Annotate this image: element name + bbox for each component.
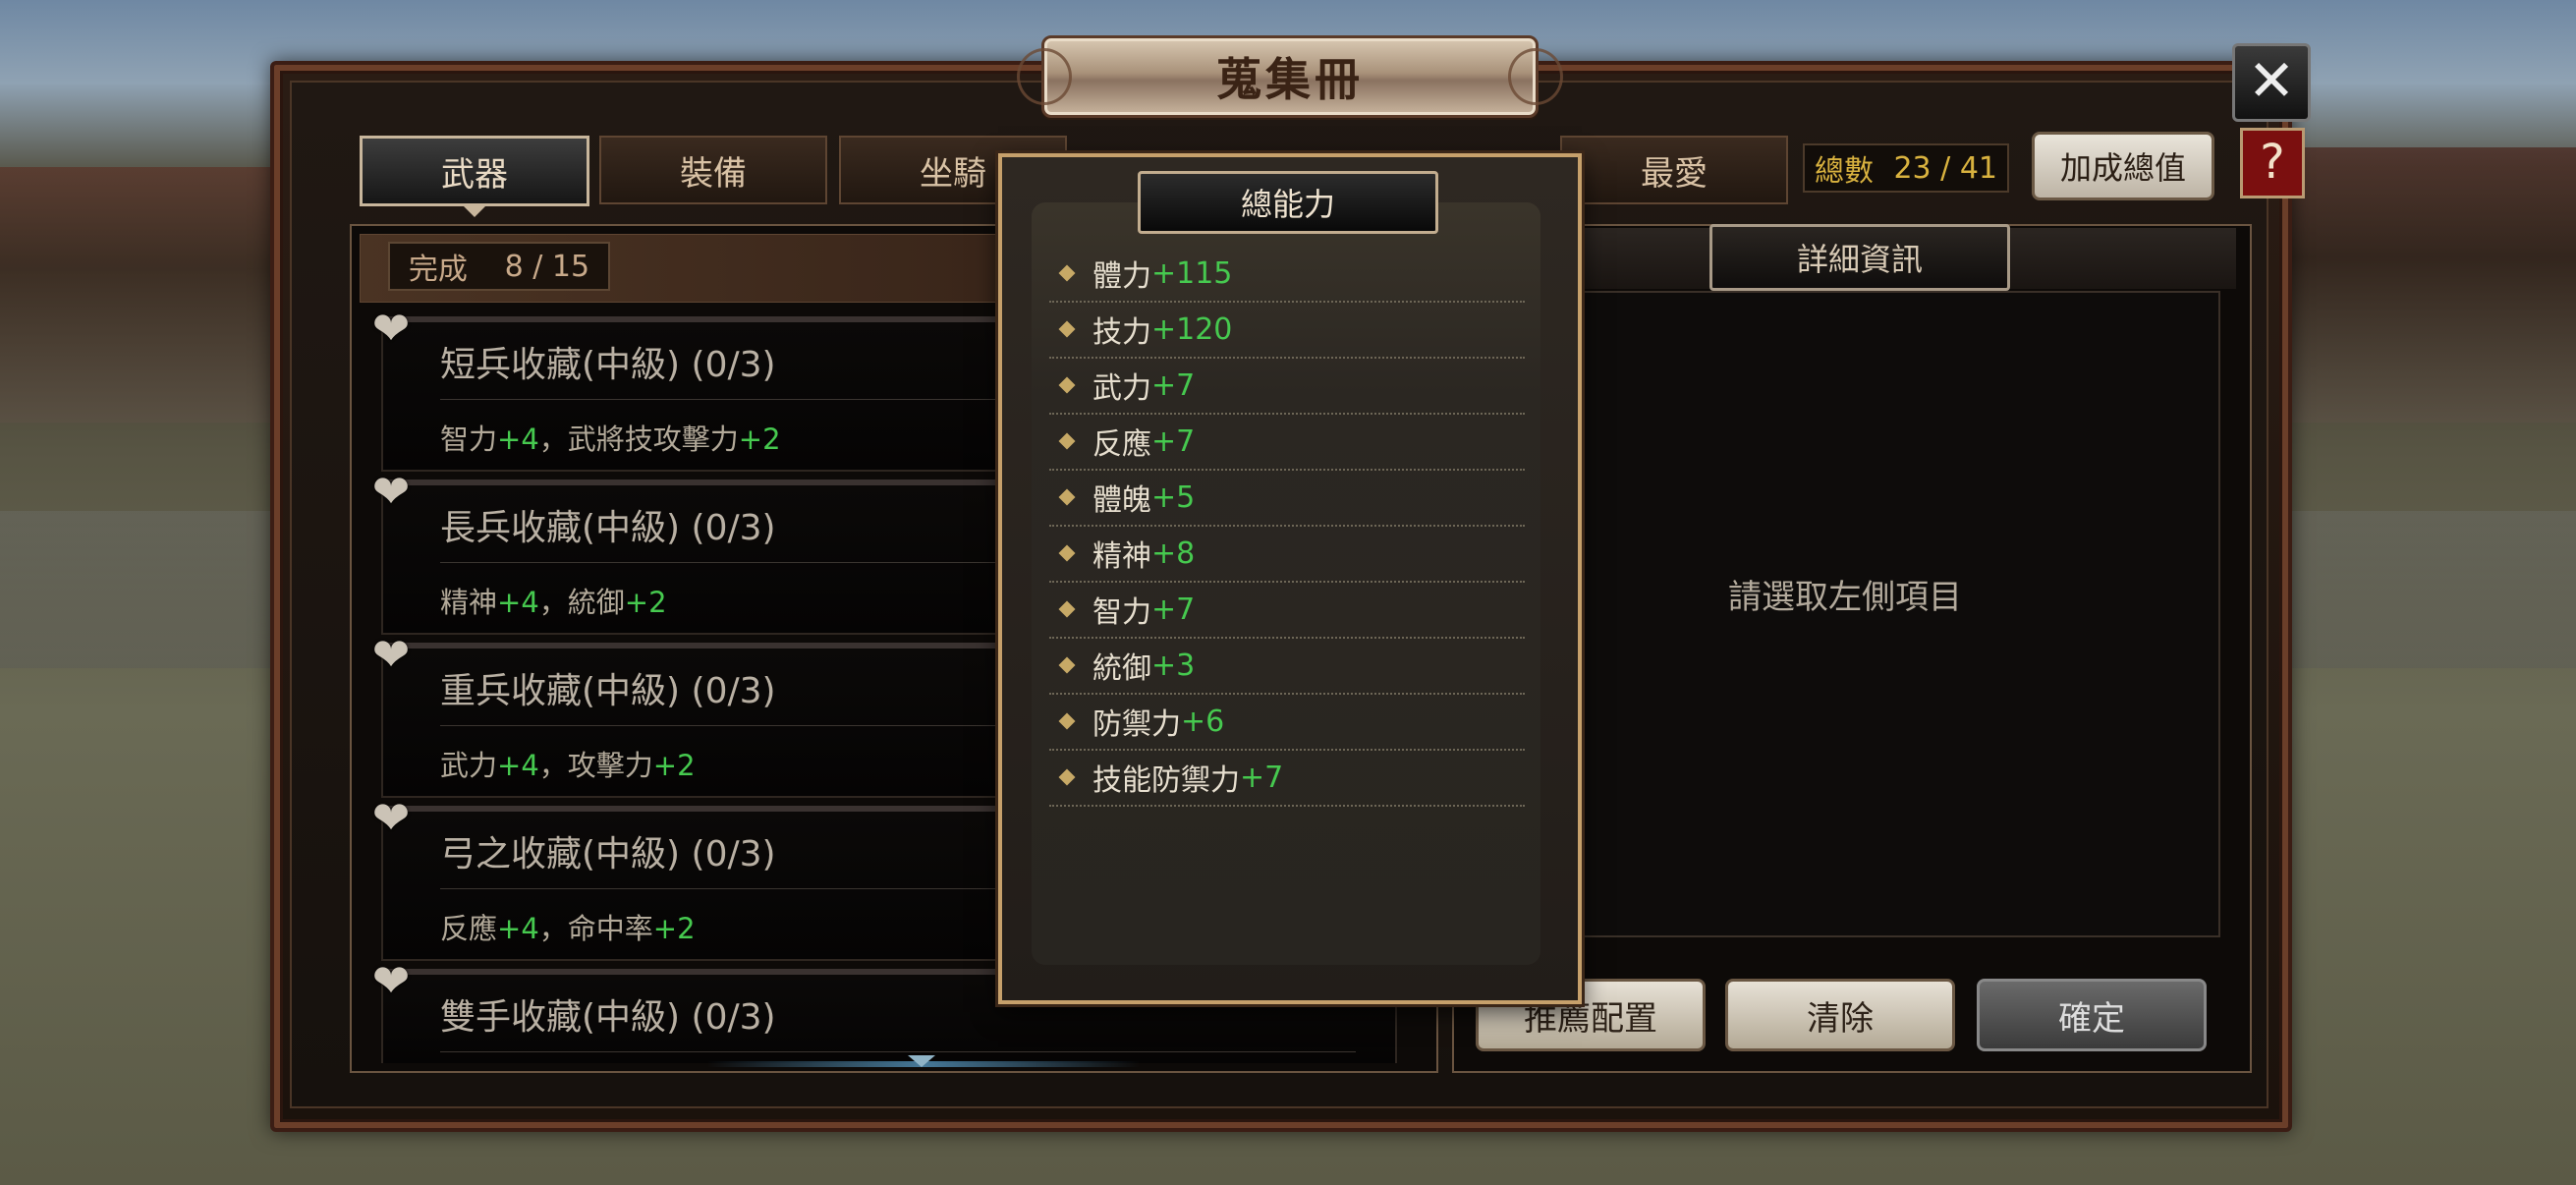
stat-row: 防禦力 +6 xyxy=(1049,694,1525,751)
item-bonus: 精神+4，統御+2 xyxy=(440,580,667,621)
total-value: 23 / 41 xyxy=(1893,150,1997,186)
stat-row: 反應 +7 xyxy=(1049,414,1525,471)
bonus-total-button[interactable]: 加成總值 xyxy=(2032,132,2214,200)
completion-counter: 完成 8 / 15 xyxy=(388,242,610,291)
close-icon: ✕ xyxy=(2247,47,2296,114)
bonus-stat: ，武將技攻擊力 xyxy=(538,423,739,456)
popup-title: 總能力 xyxy=(1138,171,1438,234)
bullet-icon xyxy=(1058,544,1076,562)
stat-name: 智力 xyxy=(1092,595,1151,630)
bonus-stat: ，攻擊力 xyxy=(538,749,653,782)
stat-name: 技能防禦力 xyxy=(1092,763,1240,798)
confirm-button[interactable]: 確定 xyxy=(1977,979,2207,1051)
total-label: 總數 xyxy=(1815,154,1874,189)
stat-name: 體魄 xyxy=(1092,483,1151,518)
item-title: 雙手收藏(中級) (0/3) xyxy=(440,997,776,1038)
bullet-icon xyxy=(1058,488,1076,506)
window-title: 蒐集冊 xyxy=(1216,53,1364,106)
scroll-down-icon[interactable] xyxy=(908,1055,935,1067)
stat-value: +3 xyxy=(1151,648,1196,683)
title-ornament-left xyxy=(1017,48,1072,105)
bonus-stat: ，命中率 xyxy=(538,912,653,945)
heart-icon[interactable]: ❤ xyxy=(367,305,415,352)
heart-icon[interactable]: ❤ xyxy=(367,957,415,1004)
detail-hint: 請選取左側項目 xyxy=(1728,578,1962,617)
item-title: 長兵收藏(中級) (0/3) xyxy=(440,508,776,548)
stat-value: +8 xyxy=(1151,536,1196,571)
help-icon: ? xyxy=(2260,135,2285,190)
stat-value: +7 xyxy=(1151,367,1196,403)
stat-value: +5 xyxy=(1151,480,1196,515)
bonus-stat: 武力 xyxy=(440,749,498,782)
stat-value: +7 xyxy=(1151,423,1196,459)
detail-title: 詳細資訊 xyxy=(1709,224,2010,291)
bonus-value: +4 xyxy=(497,586,539,619)
stat-row: 體力 +115 xyxy=(1049,246,1525,303)
bonus-stat: 反應 xyxy=(440,912,498,945)
tab-favorites[interactable]: 最愛 xyxy=(1560,136,1788,204)
bonus-value: +4 xyxy=(497,749,539,782)
total-count: 總數 23 / 41 xyxy=(1803,143,2009,193)
heart-icon[interactable]: ❤ xyxy=(367,468,415,515)
bullet-icon xyxy=(1058,712,1076,730)
item-title: 重兵收藏(中級) (0/3) xyxy=(440,671,776,711)
bonus-value: +2 xyxy=(738,423,781,456)
bonus-stat: ，統御 xyxy=(538,586,625,619)
tab-equipment[interactable]: 裝備 xyxy=(599,136,827,204)
completion-value: 8 / 15 xyxy=(504,249,590,284)
item-title: 短兵收藏(中級) (0/3) xyxy=(440,345,776,385)
bonus-value: +2 xyxy=(652,749,696,782)
bullet-icon xyxy=(1058,320,1076,338)
item-divider xyxy=(440,1051,1356,1052)
stat-row: 精神 +8 xyxy=(1049,526,1525,583)
bullet-icon xyxy=(1058,264,1076,282)
stat-name: 體力 xyxy=(1092,259,1151,294)
stat-row: 技力 +120 xyxy=(1049,302,1525,359)
stat-row: 統御 +3 xyxy=(1049,638,1525,695)
help-button[interactable]: ? xyxy=(2240,128,2305,198)
item-bonus: 智力+4，武將技攻擊力+2 xyxy=(440,417,781,458)
item-bonus: 反應+4，命中率+2 xyxy=(440,906,696,947)
bonus-value: +4 xyxy=(497,423,539,456)
stat-value: +115 xyxy=(1151,255,1233,291)
close-button[interactable]: ✕ xyxy=(2232,43,2311,122)
item-title: 弓之收藏(中級) (0/3) xyxy=(440,834,776,875)
stat-name: 精神 xyxy=(1092,539,1151,574)
stat-value: +120 xyxy=(1151,311,1233,347)
stat-value: +6 xyxy=(1181,704,1225,739)
bullet-icon xyxy=(1058,376,1076,394)
bullet-icon xyxy=(1058,432,1076,450)
bullet-icon xyxy=(1058,656,1076,674)
stat-row: 智力 +7 xyxy=(1049,582,1525,639)
bullet-icon xyxy=(1058,768,1076,786)
title-ornament-right xyxy=(1508,48,1563,105)
stat-row: 體魄 +5 xyxy=(1049,470,1525,527)
stat-name: 武力 xyxy=(1092,371,1151,406)
stat-name: 統御 xyxy=(1092,651,1151,686)
heart-icon[interactable]: ❤ xyxy=(367,794,415,841)
window-title-plate: 蒐集冊 xyxy=(1017,35,1563,118)
stat-name: 技力 xyxy=(1092,315,1151,350)
item-bonus: 武力+4，攻擊力+2 xyxy=(440,743,696,784)
stat-name: 反應 xyxy=(1092,427,1151,462)
stat-name: 防禦力 xyxy=(1092,707,1181,742)
heart-icon[interactable]: ❤ xyxy=(367,631,415,678)
stat-value: +7 xyxy=(1151,592,1196,627)
bonus-stat: 精神 xyxy=(440,586,498,619)
tab-weapons[interactable]: 武器 xyxy=(360,136,589,217)
bonus-value: +2 xyxy=(624,586,667,619)
bonus-stat: 智力 xyxy=(440,423,498,456)
stat-value: +7 xyxy=(1240,760,1284,795)
bonus-value: +4 xyxy=(497,912,539,945)
stat-row: 技能防禦力 +7 xyxy=(1049,750,1525,807)
stat-row: 武力 +7 xyxy=(1049,358,1525,415)
clear-button[interactable]: 清除 xyxy=(1725,979,1955,1051)
bullet-icon xyxy=(1058,600,1076,618)
bonus-value: +2 xyxy=(652,912,696,945)
completion-label: 完成 xyxy=(408,253,468,287)
